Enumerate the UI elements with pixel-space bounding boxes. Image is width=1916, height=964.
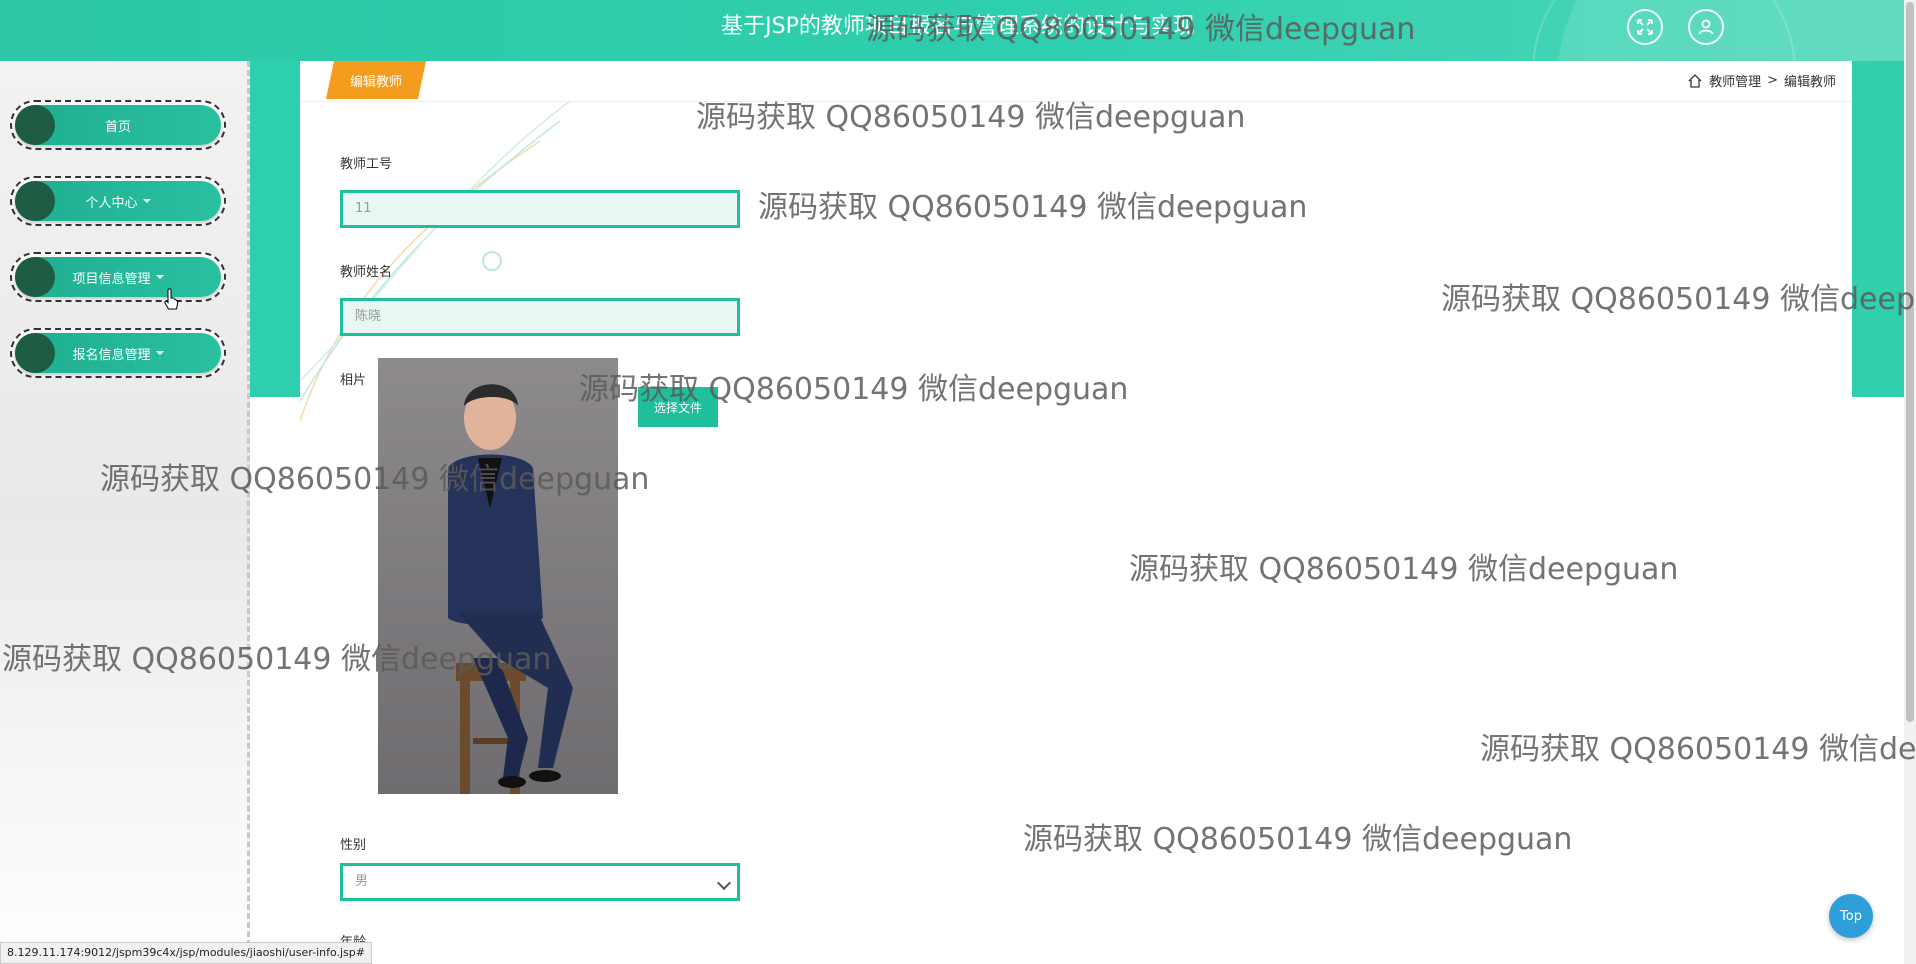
gender-label: 性别 bbox=[340, 838, 367, 853]
nav-dot-icon bbox=[15, 333, 55, 373]
sidebar-item-home[interactable]: 首页 bbox=[10, 100, 226, 150]
sidebar-item-registration-info[interactable]: 报名信息管理 bbox=[10, 328, 226, 378]
header-bar: 基于JSP的教师项目报名与管理系统的设计与实现 bbox=[0, 0, 1916, 61]
breadcrumb-current: 编辑教师 bbox=[1783, 75, 1836, 90]
sidebar-item-label: 个人中心 bbox=[85, 195, 138, 211]
teacher-name-input[interactable]: 陈晓 bbox=[340, 298, 740, 336]
nav-dot-icon bbox=[15, 181, 55, 221]
gender-select[interactable]: 男 bbox=[340, 863, 740, 901]
home-icon[interactable] bbox=[1687, 73, 1703, 89]
gender-select-value: 男 bbox=[355, 874, 369, 889]
status-url: 8.129.11.174:9012/jspm39c4x/jsp/modules/… bbox=[0, 942, 372, 964]
nav-dot-icon bbox=[15, 105, 55, 145]
nav-dot-icon bbox=[15, 257, 55, 297]
breadcrumb-separator: > bbox=[1767, 73, 1778, 88]
caret-down-icon bbox=[155, 351, 164, 355]
sidebar: 首页 个人中心 项目信息管理 报名信息管理 bbox=[0, 61, 250, 964]
photo-label: 相片 bbox=[340, 373, 367, 388]
sidebar-item-label: 首页 bbox=[104, 119, 131, 135]
hand-cursor-icon bbox=[164, 288, 179, 310]
teacher-no-input[interactable]: 11 bbox=[340, 190, 740, 228]
fullscreen-icon[interactable] bbox=[1627, 9, 1663, 45]
chevron-down-icon bbox=[716, 875, 732, 891]
sidebar-item-personal-center[interactable]: 个人中心 bbox=[10, 176, 226, 226]
sidebar-item-label: 报名信息管理 bbox=[72, 347, 151, 363]
back-to-top-button[interactable]: Top bbox=[1829, 894, 1873, 938]
breadcrumb-parent[interactable]: 教师管理 bbox=[1709, 71, 1761, 90]
choose-file-button[interactable]: 选择文件 bbox=[638, 387, 718, 427]
page-scrollbar[interactable] bbox=[1904, 0, 1916, 964]
sidebar-item-project-info[interactable]: 项目信息管理 bbox=[10, 252, 226, 302]
caret-down-icon bbox=[142, 199, 151, 203]
breadcrumb: 教师管理 > 编辑教师 bbox=[1687, 71, 1836, 90]
caret-down-icon bbox=[155, 275, 164, 279]
user-icon[interactable] bbox=[1688, 9, 1724, 45]
tab-edit-teacher: 编辑教师 bbox=[326, 61, 426, 99]
scrollbar-thumb[interactable] bbox=[1906, 2, 1914, 722]
main-content: 编辑教师 教师管理 > 编辑教师 教师工号 11 教师姓名 陈晓 相片 选择文件… bbox=[300, 61, 1852, 964]
teacher-no-label: 教师工号 bbox=[340, 157, 393, 172]
teacher-photo bbox=[378, 358, 618, 794]
sidebar-item-label: 项目信息管理 bbox=[72, 271, 151, 287]
teacher-name-label: 教师姓名 bbox=[340, 265, 393, 280]
divider bbox=[300, 101, 1852, 102]
